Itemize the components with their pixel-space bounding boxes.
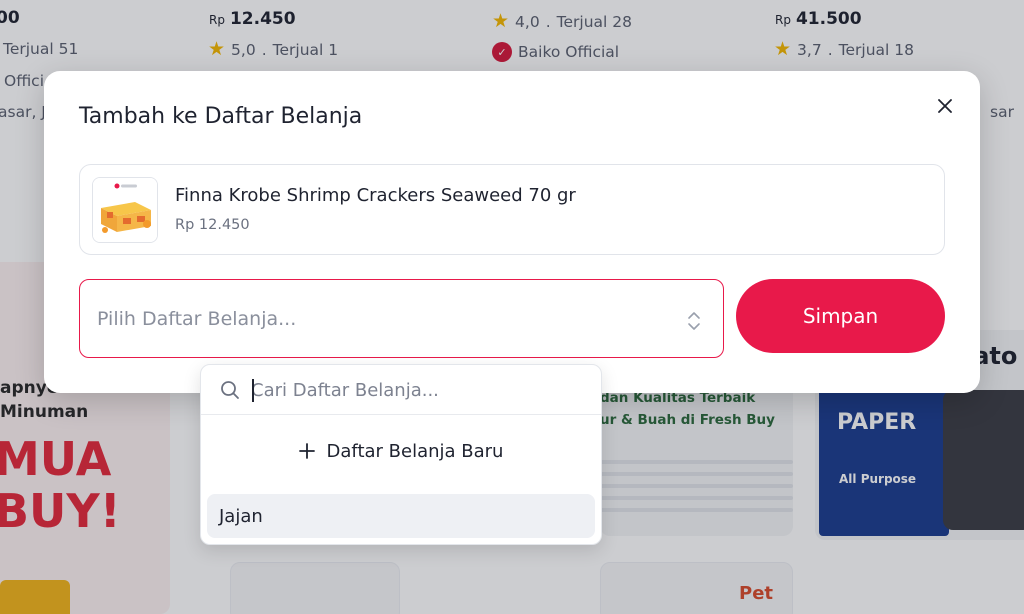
save-button[interactable]: Simpan: [736, 279, 945, 353]
close-button[interactable]: [934, 95, 956, 117]
add-to-shopping-list-modal: Tambah ke Daftar Belanja Finna Krobe Shr…: [44, 71, 980, 393]
list-option-jajan[interactable]: Jajan: [207, 494, 595, 538]
chevron-up-down-icon: [688, 312, 700, 330]
product-name: Finna Krobe Shrimp Crackers Seaweed 70 g…: [175, 185, 576, 206]
shopping-list-dropdown: Daftar Belanja Baru Jajan: [200, 364, 602, 545]
product-thumbnail: [92, 177, 158, 243]
new-list-label: Daftar Belanja Baru: [326, 440, 504, 462]
select-placeholder: Pilih Daftar Belanja...: [97, 308, 297, 330]
modal-title: Tambah ke Daftar Belanja: [79, 104, 363, 129]
search-list-input[interactable]: [251, 375, 581, 405]
text-caret: [252, 379, 254, 402]
plus-icon: [298, 443, 315, 459]
shopping-list-select[interactable]: Pilih Daftar Belanja...: [79, 279, 724, 358]
search-icon: [221, 381, 239, 399]
new-list-button[interactable]: Daftar Belanja Baru: [201, 425, 601, 477]
close-icon: [938, 99, 952, 113]
product-card: Finna Krobe Shrimp Crackers Seaweed 70 g…: [79, 164, 945, 255]
product-image: [93, 178, 157, 242]
dropdown-search: [201, 365, 601, 415]
product-price: Rp 12.450: [175, 217, 250, 233]
list-option-label: Jajan: [219, 505, 263, 527]
